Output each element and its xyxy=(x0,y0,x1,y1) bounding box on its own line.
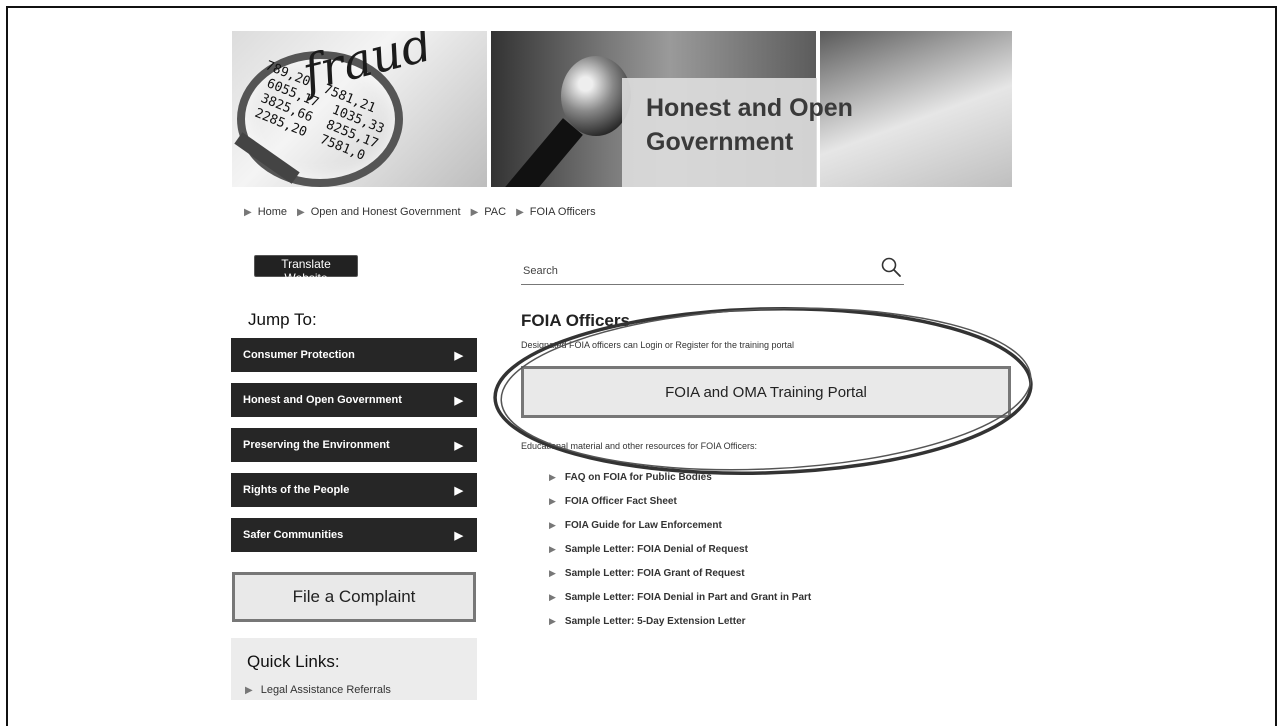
resource-link-grant-letter[interactable]: Sample Letter: FOIA Grant of Request xyxy=(549,566,811,590)
breadcrumb-open-honest-government[interactable]: Open and Honest Government xyxy=(297,206,461,218)
header-banner: 789,20 7581,21 6055,17 1035,33 3825,66 8… xyxy=(232,31,1012,187)
triangle-right-icon: ▶ xyxy=(454,484,463,497)
triangle-right-icon: ▶ xyxy=(454,439,463,452)
triangle-right-icon: ▶ xyxy=(454,394,463,407)
nav-safer-communities[interactable]: Safer Communities ▶ xyxy=(231,518,477,552)
banner-title: Honest and Open Government xyxy=(646,94,853,156)
resource-link-extension-letter[interactable]: Sample Letter: 5-Day Extension Letter xyxy=(549,614,811,638)
nav-preserving-environment[interactable]: Preserving the Environment ▶ xyxy=(231,428,477,462)
nav-rights-of-people[interactable]: Rights of the People ▶ xyxy=(231,473,477,507)
quick-links-heading: Quick Links: xyxy=(247,652,340,671)
resource-link-denial-letter[interactable]: Sample Letter: FOIA Denial of Request xyxy=(549,542,811,566)
page-description: Designated FOIA officers can Login or Re… xyxy=(521,340,794,350)
page-title: FOIA Officers xyxy=(521,311,630,330)
training-portal-button[interactable]: FOIA and OMA Training Portal xyxy=(521,366,1011,418)
nav-item-label: Preserving the Environment xyxy=(243,439,390,451)
resources-list: FAQ on FOIA for Public Bodies FOIA Offic… xyxy=(549,470,811,638)
jump-to-nav: Consumer Protection ▶ Honest and Open Go… xyxy=(231,338,477,563)
microphone-image xyxy=(561,56,631,136)
breadcrumb-pac[interactable]: PAC xyxy=(471,206,506,218)
triangle-right-icon: ▶ xyxy=(454,529,463,542)
nav-item-label: Honest and Open Government xyxy=(243,394,402,406)
quick-links-box: Quick Links: Legal Assistance Referrals xyxy=(231,638,477,700)
banner-image-fraud: 789,20 7581,21 6055,17 1035,33 3825,66 8… xyxy=(232,31,487,187)
resource-link-partial-letter[interactable]: Sample Letter: FOIA Denial in Part and G… xyxy=(549,590,811,614)
triangle-right-icon: ▶ xyxy=(454,349,463,362)
nav-item-label: Safer Communities xyxy=(243,529,344,541)
breadcrumb-home[interactable]: Home xyxy=(244,206,287,218)
search-bar xyxy=(521,256,904,285)
nav-item-label: Consumer Protection xyxy=(243,349,355,361)
breadcrumb: Home Open and Honest Government PAC FOIA… xyxy=(244,206,596,218)
nav-honest-open-government[interactable]: Honest and Open Government ▶ xyxy=(231,383,477,417)
resource-link-law-enforcement-guide[interactable]: FOIA Guide for Law Enforcement xyxy=(549,518,811,542)
nav-item-label: Rights of the People xyxy=(243,484,350,496)
breadcrumb-foia-officers: FOIA Officers xyxy=(516,206,596,218)
resource-link-fact-sheet[interactable]: FOIA Officer Fact Sheet xyxy=(549,494,811,518)
search-icon[interactable] xyxy=(880,256,902,278)
quick-link-legal-assistance[interactable]: Legal Assistance Referrals xyxy=(245,684,391,696)
nav-consumer-protection[interactable]: Consumer Protection ▶ xyxy=(231,338,477,372)
translate-website-button[interactable]: Translate Website xyxy=(254,255,358,285)
file-complaint-button[interactable]: File a Complaint xyxy=(232,572,476,622)
jump-to-heading: Jump To: xyxy=(248,310,317,329)
resource-link-faq[interactable]: FAQ on FOIA for Public Bodies xyxy=(549,470,811,494)
search-input[interactable] xyxy=(521,264,865,278)
resources-intro: Educational material and other resources… xyxy=(521,441,757,451)
